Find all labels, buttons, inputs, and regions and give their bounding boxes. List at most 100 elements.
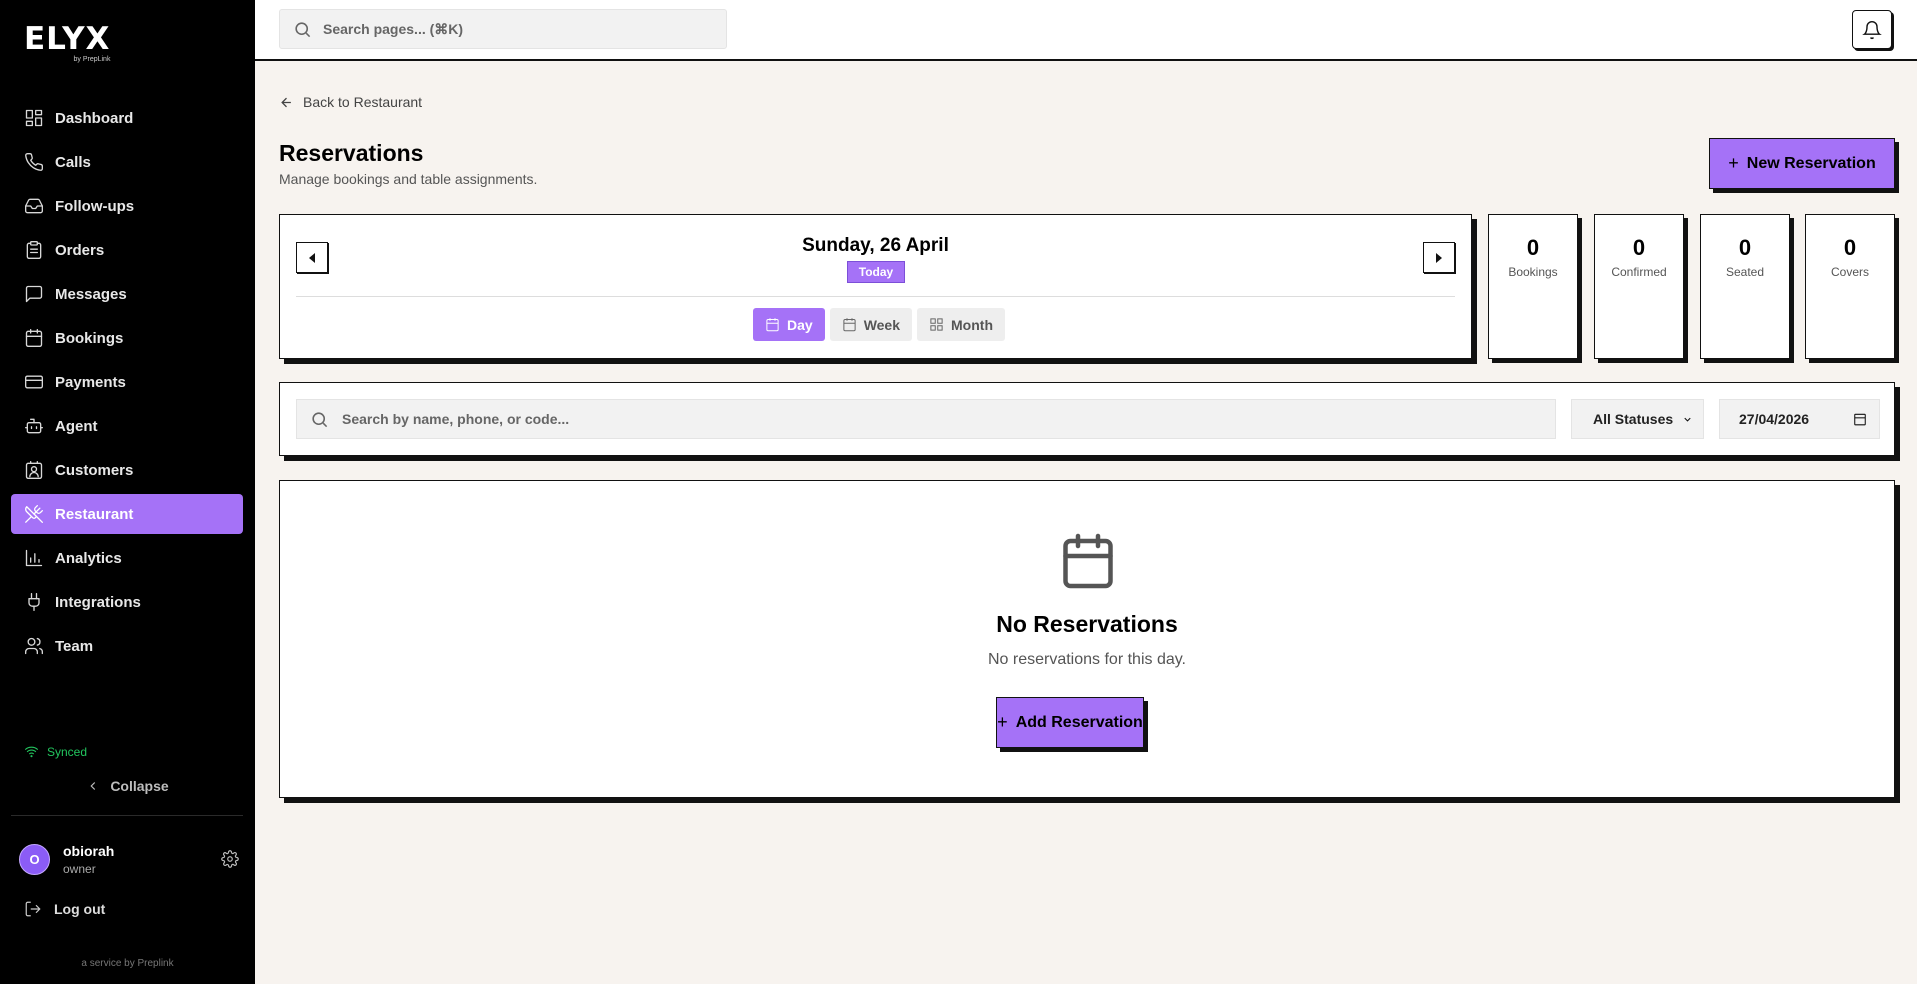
page-search-input[interactable] [323, 21, 703, 37]
stat-label: Seated [1725, 265, 1765, 279]
filter-bar: All Statuses 27/04/2026 [279, 382, 1895, 456]
status-select-value: All Statuses [1593, 411, 1674, 427]
reservation-search-input[interactable] [342, 411, 1492, 427]
credit-card-icon [24, 372, 44, 392]
calendar-icon [24, 328, 44, 348]
bar-chart-icon [24, 548, 44, 568]
sidebar-item-payments[interactable]: Payments [11, 362, 243, 402]
view-switcher: Day Week Month [753, 308, 1010, 341]
sidebar-item-integrations[interactable]: Integrations [11, 582, 243, 622]
sidebar-item-orders[interactable]: Orders [11, 230, 243, 270]
notifications-button[interactable] [1852, 10, 1892, 49]
sidebar-item-calls[interactable]: Calls [11, 142, 243, 182]
sidebar-item-label: Payments [55, 373, 126, 391]
stat-covers: 0 Covers [1805, 214, 1895, 359]
new-reservation-button[interactable]: + New Reservation [1709, 138, 1895, 189]
date-picker-value: 27/04/2026 [1739, 411, 1810, 427]
current-date: Sunday, 26 April [802, 235, 949, 256]
calendar-icon [1058, 531, 1118, 596]
logo-tagline: by PrepLink [73, 56, 111, 63]
contact-icon [24, 460, 44, 480]
sidebar-item-messages[interactable]: Messages [11, 274, 243, 314]
view-day-button[interactable]: Day [753, 308, 825, 341]
gear-icon[interactable] [221, 850, 239, 873]
view-label: Day [787, 316, 813, 333]
logo[interactable]: ELYX by PrepLink [24, 24, 111, 64]
user-info: obiorah owner [63, 843, 114, 876]
sidebar-item-team[interactable]: Team [11, 626, 243, 666]
add-reservation-button[interactable]: + Add Reservation [996, 697, 1144, 748]
back-link[interactable]: Back to Restaurant [279, 94, 422, 110]
page-search[interactable] [279, 9, 727, 49]
sidebar-item-label: Agent [55, 417, 98, 435]
empty-subtitle: No reservations for this day. [987, 651, 1186, 668]
search-icon [295, 21, 311, 37]
chevron-left-icon [90, 782, 96, 790]
sidebar-item-dashboard[interactable]: Dashboard [11, 98, 243, 138]
date-navigator: Sunday, 26 April Today Day Week Month [279, 214, 1472, 359]
chevron-down-icon [1684, 417, 1691, 422]
sidebar-item-label: Integrations [55, 593, 141, 611]
user-role: owner [63, 862, 96, 876]
stat-value: 0 [1738, 235, 1752, 260]
logout-button[interactable]: Log out [24, 900, 105, 918]
view-month-button[interactable]: Month [917, 308, 1005, 341]
sidebar-item-restaurant[interactable]: Restaurant [11, 494, 243, 534]
avatar: O [19, 844, 50, 875]
reservation-search[interactable] [296, 399, 1556, 439]
today-badge[interactable]: Today [847, 261, 905, 283]
plus-icon: + [997, 712, 1008, 732]
sidebar-item-label: Restaurant [55, 505, 134, 523]
logout-label: Log out [54, 901, 106, 917]
view-week-button[interactable]: Week [829, 308, 913, 341]
plug-icon [24, 592, 44, 612]
topbar [255, 0, 1917, 61]
logout-icon [25, 901, 41, 917]
calendar-days-icon [843, 318, 856, 332]
sidebar-nav: Dashboard Calls Follow-ups Orders Messag… [11, 98, 243, 670]
wifi-icon [24, 746, 39, 758]
users-icon [24, 636, 44, 656]
empty-title: No Reservations [996, 611, 1178, 637]
sidebar-item-customers[interactable]: Customers [11, 450, 243, 490]
grid-icon [930, 318, 943, 331]
plus-icon: + [1728, 153, 1739, 173]
sidebar-item-label: Orders [55, 241, 105, 259]
user-profile[interactable]: O obiorah owner [19, 843, 239, 876]
calendar-icon [766, 318, 779, 332]
arrow-left-icon [281, 97, 291, 107]
sidebar-item-label: Calls [55, 153, 91, 171]
dashboard-icon [24, 108, 44, 128]
sidebar-item-analytics[interactable]: Analytics [11, 538, 243, 578]
sidebar-item-label: Customers [55, 461, 134, 479]
sidebar-item-label: Analytics [55, 549, 122, 567]
reservations-empty-state: No Reservations No reservations for this… [279, 480, 1895, 798]
status-select[interactable]: All Statuses [1571, 399, 1704, 439]
stat-bookings: 0 Bookings [1488, 214, 1578, 359]
date-picker[interactable]: 27/04/2026 [1719, 399, 1880, 439]
sidebar-item-follow-ups[interactable]: Follow-ups [11, 186, 243, 226]
bell-icon [1862, 20, 1882, 39]
stat-label: Confirmed [1611, 265, 1667, 279]
sidebar-item-label: Follow-ups [55, 197, 135, 215]
service-note: a service by Preplink [81, 958, 174, 969]
user-name: obiorah [63, 843, 115, 859]
collapse-button[interactable]: Collapse [0, 778, 255, 794]
next-day-button[interactable] [1423, 242, 1455, 273]
utensils-icon [24, 504, 44, 524]
date-divider [296, 296, 1455, 297]
sidebar-item-bookings[interactable]: Bookings [11, 318, 243, 358]
back-label: Back to Restaurant [303, 94, 423, 110]
sidebar-item-agent[interactable]: Agent [11, 406, 243, 446]
sidebar-item-label: Team [55, 637, 94, 655]
stat-value: 0 [1526, 235, 1540, 260]
stat-value: 0 [1843, 235, 1857, 260]
stat-label: Covers [1830, 265, 1869, 279]
add-reservation-label: Add Reservation [1015, 713, 1143, 731]
stat-label: Bookings [1508, 265, 1558, 279]
sidebar-item-label: Bookings [55, 329, 124, 347]
sidebar: ELYX by PrepLink Dashboard Calls Follow-… [0, 0, 255, 984]
sidebar-divider [11, 815, 243, 816]
calendar-icon[interactable] [1853, 412, 1867, 426]
search-icon [312, 411, 328, 427]
